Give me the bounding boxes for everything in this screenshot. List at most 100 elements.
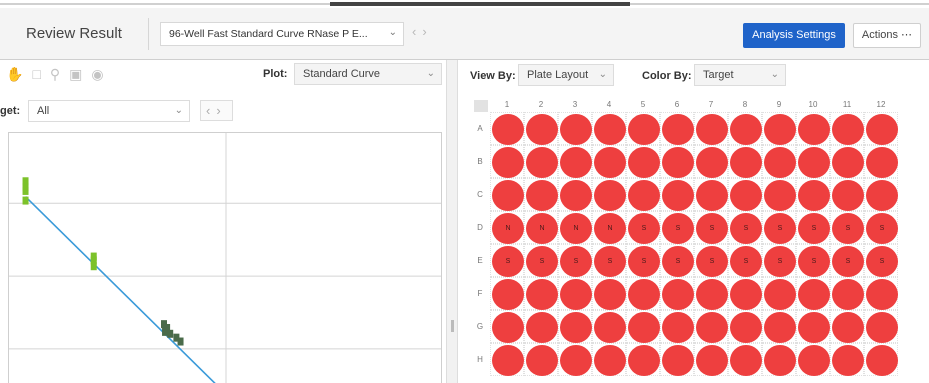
color-by-select[interactable]: Target ⌄ (694, 64, 786, 86)
well-cell-C3[interactable] (558, 178, 592, 211)
well-F1[interactable] (492, 279, 524, 310)
well-cell-E2[interactable]: S (524, 244, 558, 277)
prev-arrow-icon[interactable]: ‹ (412, 24, 422, 39)
well-E6[interactable]: S (662, 246, 694, 277)
well-H6[interactable] (662, 345, 694, 376)
zoom-icon[interactable]: ⚲ (50, 66, 69, 82)
well-cell-E9[interactable]: S (762, 244, 796, 277)
well-cell-A9[interactable] (762, 112, 796, 145)
eye-icon[interactable]: ◉ (91, 66, 112, 82)
row-label-F[interactable]: F (474, 289, 486, 298)
well-B8[interactable] (730, 147, 762, 178)
well-D4[interactable]: N (594, 213, 626, 244)
well-E5[interactable]: S (628, 246, 660, 277)
well-cell-A8[interactable] (728, 112, 762, 145)
well-F4[interactable] (594, 279, 626, 310)
well-A2[interactable] (526, 114, 558, 145)
well-cell-G1[interactable] (490, 310, 524, 343)
well-cell-G2[interactable] (524, 310, 558, 343)
well-cell-G9[interactable] (762, 310, 796, 343)
well-B10[interactable] (798, 147, 830, 178)
well-cell-A11[interactable] (830, 112, 864, 145)
well-H5[interactable] (628, 345, 660, 376)
well-cell-E11[interactable]: S (830, 244, 864, 277)
well-H7[interactable] (696, 345, 728, 376)
well-cell-H9[interactable] (762, 343, 796, 376)
well-cell-H12[interactable] (864, 343, 898, 376)
well-A4[interactable] (594, 114, 626, 145)
hand-icon[interactable]: ✋ (6, 66, 32, 82)
well-cell-A2[interactable] (524, 112, 558, 145)
well-D5[interactable]: S (628, 213, 660, 244)
well-H12[interactable] (866, 345, 898, 376)
well-cell-A6[interactable] (660, 112, 694, 145)
well-cell-E1[interactable]: S (490, 244, 524, 277)
well-cell-F1[interactable] (490, 277, 524, 310)
well-cell-E10[interactable]: S (796, 244, 830, 277)
well-A3[interactable] (560, 114, 592, 145)
well-E4[interactable]: S (594, 246, 626, 277)
well-F2[interactable] (526, 279, 558, 310)
well-F10[interactable] (798, 279, 830, 310)
well-cell-D10[interactable]: S (796, 211, 830, 244)
well-C7[interactable] (696, 180, 728, 211)
well-cell-G8[interactable] (728, 310, 762, 343)
well-cell-B2[interactable] (524, 145, 558, 178)
well-cell-H3[interactable] (558, 343, 592, 376)
well-H3[interactable] (560, 345, 592, 376)
well-B11[interactable] (832, 147, 864, 178)
well-H8[interactable] (730, 345, 762, 376)
well-D1[interactable]: N (492, 213, 524, 244)
well-H1[interactable] (492, 345, 524, 376)
prev-arrow-icon[interactable]: ‹ (206, 103, 216, 118)
well-cell-B10[interactable] (796, 145, 830, 178)
well-C8[interactable] (730, 180, 762, 211)
well-cell-E4[interactable]: S (592, 244, 626, 277)
well-cell-H11[interactable] (830, 343, 864, 376)
well-A1[interactable] (492, 114, 524, 145)
well-cell-B4[interactable] (592, 145, 626, 178)
column-label-12[interactable]: 12 (864, 100, 898, 109)
well-cell-F12[interactable] (864, 277, 898, 310)
well-cell-G4[interactable] (592, 310, 626, 343)
well-cell-H1[interactable] (490, 343, 524, 376)
well-H9[interactable] (764, 345, 796, 376)
row-label-D[interactable]: D (474, 223, 486, 232)
actions-button[interactable]: Actions ⋯ (853, 23, 921, 48)
standard-curve-plot[interactable] (8, 132, 442, 383)
well-E3[interactable]: S (560, 246, 592, 277)
well-cell-B11[interactable] (830, 145, 864, 178)
well-cell-B1[interactable] (490, 145, 524, 178)
well-B1[interactable] (492, 147, 524, 178)
well-E11[interactable]: S (832, 246, 864, 277)
well-G1[interactable] (492, 312, 524, 343)
well-cell-D8[interactable]: S (728, 211, 762, 244)
well-cell-C12[interactable] (864, 178, 898, 211)
select-icon[interactable]: □ (32, 66, 49, 82)
well-B4[interactable] (594, 147, 626, 178)
well-cell-D9[interactable]: S (762, 211, 796, 244)
well-cell-H4[interactable] (592, 343, 626, 376)
experiment-select[interactable]: 96-Well Fast Standard Curve RNase P E...… (160, 22, 404, 46)
well-cell-H7[interactable] (694, 343, 728, 376)
well-D3[interactable]: N (560, 213, 592, 244)
well-E12[interactable]: S (866, 246, 898, 277)
well-A12[interactable] (866, 114, 898, 145)
well-C2[interactable] (526, 180, 558, 211)
well-cell-D1[interactable]: N (490, 211, 524, 244)
well-F6[interactable] (662, 279, 694, 310)
well-cell-A7[interactable] (694, 112, 728, 145)
well-cell-E8[interactable]: S (728, 244, 762, 277)
well-cell-A4[interactable] (592, 112, 626, 145)
well-C11[interactable] (832, 180, 864, 211)
well-cell-G5[interactable] (626, 310, 660, 343)
row-label-H[interactable]: H (474, 355, 486, 364)
well-D6[interactable]: S (662, 213, 694, 244)
column-label-3[interactable]: 3 (558, 100, 592, 109)
well-cell-E3[interactable]: S (558, 244, 592, 277)
well-G4[interactable] (594, 312, 626, 343)
well-cell-B3[interactable] (558, 145, 592, 178)
well-cell-E7[interactable]: S (694, 244, 728, 277)
well-D11[interactable]: S (832, 213, 864, 244)
well-D10[interactable]: S (798, 213, 830, 244)
